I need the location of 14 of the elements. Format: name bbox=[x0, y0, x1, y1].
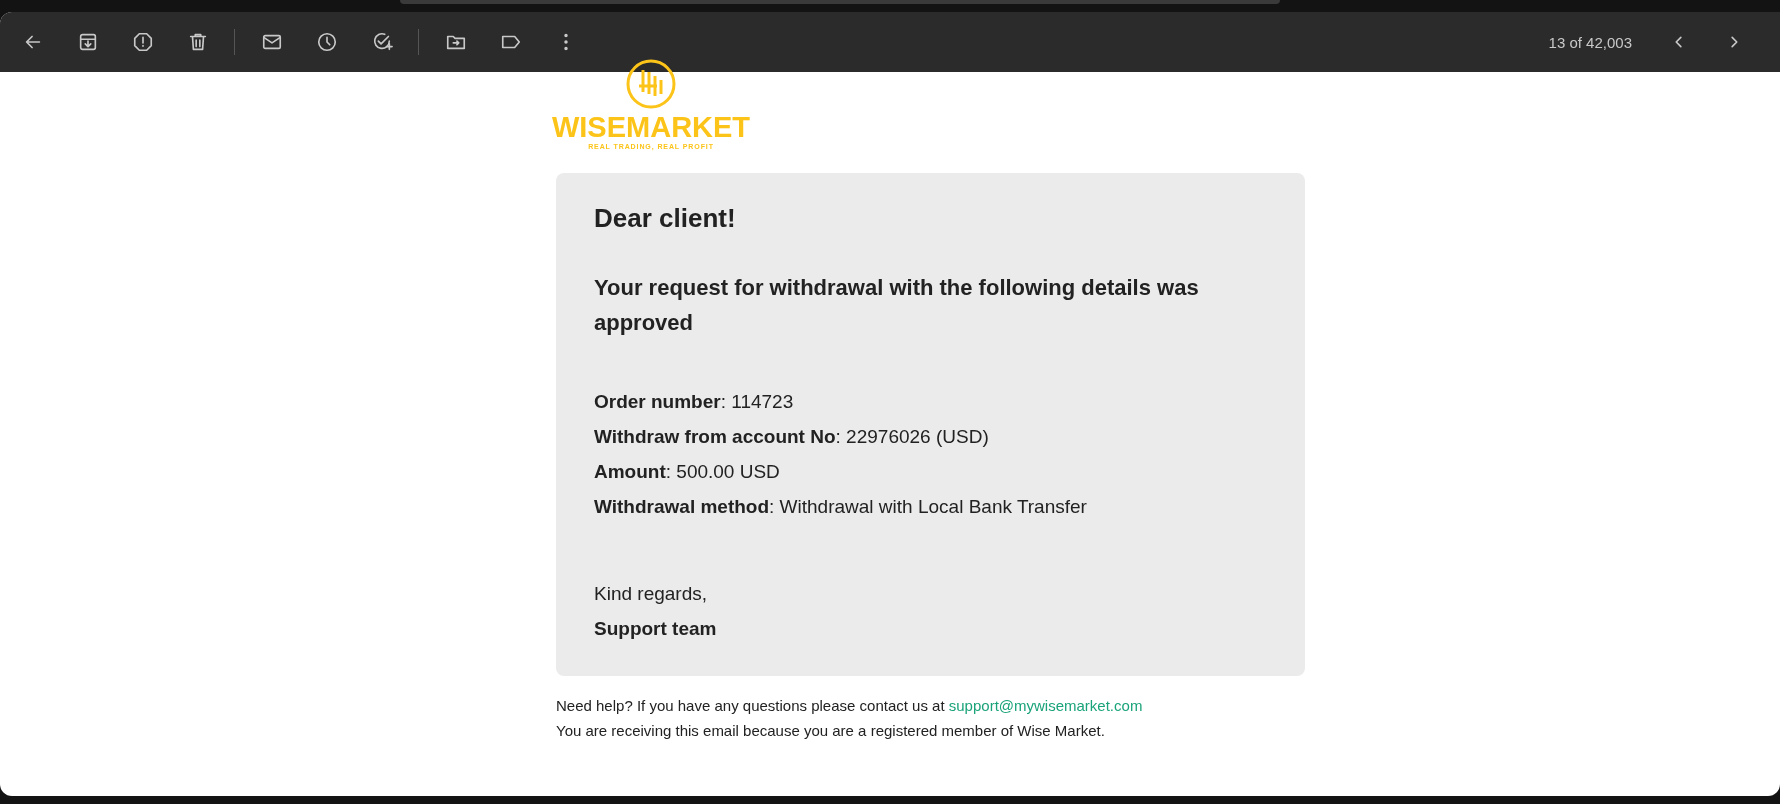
greeting: Dear client! bbox=[594, 203, 737, 234]
help-text: Need help? If you have any questions please contact us at support@mywisemarket.com bbox=[556, 696, 1143, 716]
approval-heading: Your request for withdrawal with the following details was approved bbox=[594, 274, 1200, 337]
notice-text: You are receiving this email because you are a registered member of Wise Market. bbox=[556, 721, 1106, 741]
message-counter: 13 of 42,003 bbox=[1548, 33, 1632, 51]
detail-line: Withdrawal method: Withdrawal with Local Bank Transfer bbox=[594, 495, 1088, 519]
detail-line: Amount: 500.00 USD bbox=[594, 460, 781, 484]
logo-wordmark: WISEMARKET bbox=[551, 112, 751, 142]
email-link[interactable]: support@mywisemarket.com bbox=[948, 697, 1143, 714]
signature: Support team bbox=[594, 617, 718, 641]
detail-line: Order number: 114723 bbox=[594, 390, 795, 414]
detail-line: Withdraw from account No: 22976026 (USD) bbox=[594, 425, 990, 449]
logo-emblem-icon bbox=[625, 58, 677, 110]
closing: Kind regards, bbox=[594, 582, 708, 606]
